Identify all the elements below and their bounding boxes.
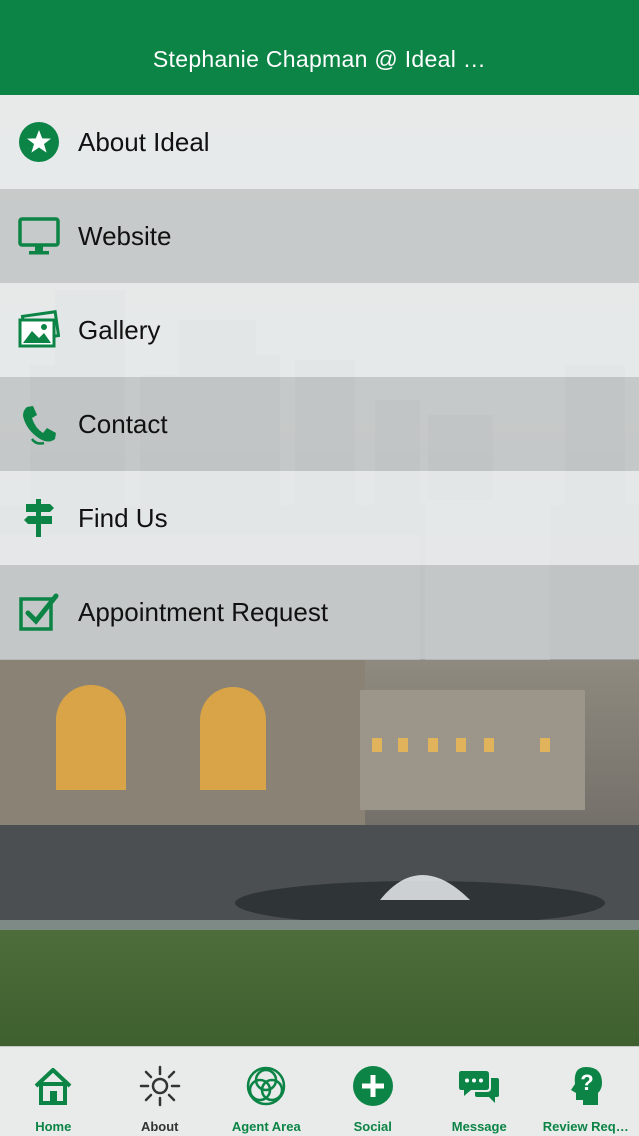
menu-item-appointment-request[interactable]: Appointment Request (0, 565, 639, 659)
menu-item-website[interactable]: Website (0, 189, 639, 283)
union-station-illustration (0, 660, 639, 925)
tab-label: Review Req… (542, 1119, 629, 1134)
menu-item-gallery[interactable]: Gallery (0, 283, 639, 377)
menu-item-label: Appointment Request (78, 596, 329, 627)
menu-item-find-us[interactable]: Find Us (0, 471, 639, 565)
star-circle-icon (18, 121, 60, 163)
svg-text:?: ? (580, 1070, 593, 1095)
tab-review-request[interactable]: ? Review Req… (533, 1047, 639, 1136)
sun-icon (139, 1065, 181, 1107)
page-title: Stephanie Chapman @ Ideal … (152, 46, 487, 72)
menu-item-contact[interactable]: Contact (0, 377, 639, 471)
signpost-icon (18, 497, 60, 539)
menu-item-label: Find Us (78, 502, 168, 533)
main-menu: About Ideal Website Gallery Contact Find… (0, 95, 639, 659)
tab-label: About (140, 1119, 179, 1134)
tab-label: Social (353, 1119, 392, 1134)
question-head-icon: ? (565, 1065, 607, 1107)
phone-icon (18, 403, 60, 445)
tab-home[interactable]: Home (0, 1047, 107, 1136)
app-header: Stephanie Chapman @ Ideal … (0, 0, 639, 95)
home-icon (32, 1065, 74, 1107)
menu-item-about-ideal[interactable]: About Ideal (0, 95, 639, 189)
tab-label: Home (35, 1119, 72, 1134)
monitor-icon (18, 215, 60, 257)
menu-item-label: Gallery (78, 314, 161, 345)
tab-message[interactable]: Message (426, 1047, 533, 1136)
pictures-icon (18, 309, 60, 351)
plus-circle-icon (352, 1065, 394, 1107)
tab-label: Agent Area (231, 1119, 301, 1134)
tab-about[interactable]: About (107, 1047, 214, 1136)
menu-item-label: Contact (78, 408, 168, 439)
rings-icon (245, 1065, 287, 1107)
tab-label: Message (451, 1119, 507, 1134)
tab-agent-area[interactable]: Agent Area (213, 1047, 320, 1136)
chat-bubbles-icon (458, 1065, 500, 1107)
bottom-tab-bar: Home About Agent Area Social Message ? R… (0, 1046, 639, 1136)
menu-item-label: About Ideal (78, 126, 210, 157)
checkbox-icon (18, 591, 60, 633)
tab-social[interactable]: Social (320, 1047, 427, 1136)
menu-item-label: Website (78, 220, 172, 251)
